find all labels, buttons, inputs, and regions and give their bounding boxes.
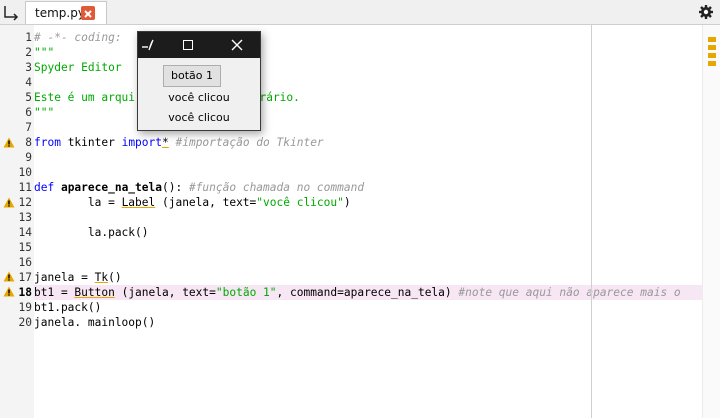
line-number: 2 bbox=[25, 46, 32, 59]
code-text: (janela, text= bbox=[114, 286, 216, 299]
code-line: Este é um arqui porário. bbox=[34, 90, 300, 105]
line-number-gutter: 1 2 3 4 5 6 7 8 9 10 11 12 13 14 15 16 1… bbox=[0, 25, 34, 418]
code-text: tkinter bbox=[60, 136, 122, 149]
edge-line-marker bbox=[591, 25, 592, 418]
code-text: () bbox=[108, 271, 122, 284]
line-number: 5 bbox=[25, 91, 32, 104]
vertical-scrollbar[interactable] bbox=[702, 25, 720, 418]
code-text: Button bbox=[74, 286, 115, 299]
code-line: """ bbox=[34, 45, 54, 60]
keyword: import bbox=[121, 136, 162, 149]
line-number: 15 bbox=[18, 241, 32, 254]
code-line: bt1.pack() bbox=[34, 300, 101, 315]
browse-tabs-icon[interactable] bbox=[2, 3, 22, 21]
gear-icon[interactable] bbox=[698, 4, 714, 20]
code-text: bt1.pack() bbox=[34, 301, 102, 314]
line-number: 10 bbox=[18, 166, 32, 179]
line-number: 8 bbox=[25, 136, 32, 149]
code-text: (): bbox=[162, 181, 189, 194]
code-text: la.pack() bbox=[34, 226, 149, 239]
keyword: def bbox=[34, 181, 55, 194]
line-number: 16 bbox=[18, 256, 32, 269]
string-literal: "você clicou" bbox=[256, 196, 344, 209]
tk-feather-icon bbox=[142, 39, 154, 51]
code-line: """ bbox=[34, 105, 54, 120]
line-number: 17 bbox=[18, 271, 32, 284]
code-text: Tk bbox=[94, 271, 109, 284]
line-number: 9 bbox=[25, 151, 32, 164]
botao-1-button[interactable]: botão 1 bbox=[163, 65, 221, 87]
code-line: Spyder Editor bbox=[34, 60, 122, 75]
editor-tab-bar: temp.py bbox=[0, 0, 720, 25]
code-text: , command=aparece_na_tela) bbox=[276, 286, 459, 299]
code-editor[interactable]: 1 2 3 4 5 6 7 8 9 10 11 12 13 14 15 16 1… bbox=[0, 25, 720, 418]
code-line: def aparece_na_tela(): #função chamada n… bbox=[34, 180, 364, 195]
code-text: ) bbox=[343, 196, 351, 209]
code-line: la = Label (janela, text="você clicou") bbox=[34, 195, 351, 210]
line-number: 19 bbox=[18, 301, 32, 314]
line-number: 14 bbox=[18, 226, 32, 239]
comment-text: # -*- coding: bbox=[34, 31, 129, 44]
comment-text: #importação do Tkinter bbox=[168, 136, 324, 149]
code-text: janela = bbox=[34, 271, 95, 284]
code-text-area[interactable]: # -*- coding: """ Spyder Editor Este é u… bbox=[34, 25, 702, 418]
string-literal: "botão 1" bbox=[215, 286, 277, 299]
code-line: from tkinter import* #importação do Tkin… bbox=[34, 135, 324, 150]
docstring-text: Este é um arqui bbox=[34, 91, 136, 104]
code-text: Label bbox=[121, 196, 156, 209]
close-icon[interactable] bbox=[230, 38, 244, 52]
function-name: aparece_na_tela bbox=[54, 181, 162, 194]
line-number: 4 bbox=[25, 76, 32, 89]
keyword: from bbox=[34, 136, 61, 149]
code-line-current: bt1 = Button (janela, text="botão 1", co… bbox=[34, 285, 702, 300]
line-number-current: 18 bbox=[18, 286, 32, 299]
line-number: 3 bbox=[25, 61, 32, 74]
line-number: 7 bbox=[25, 121, 32, 134]
voce-clicou-label: você clicou bbox=[168, 111, 230, 124]
line-number: 6 bbox=[25, 106, 32, 119]
code-text: bt1 = bbox=[34, 286, 75, 299]
tk-window[interactable]: botão 1 você clicou você clicou bbox=[137, 31, 261, 131]
code-line: la.pack() bbox=[34, 225, 149, 240]
code-line: janela = Tk() bbox=[34, 270, 122, 285]
line-number: 20 bbox=[18, 316, 32, 329]
code-text: (janela, text= bbox=[155, 196, 257, 209]
line-number: 12 bbox=[18, 196, 32, 209]
code-text: * bbox=[162, 136, 169, 149]
line-number: 1 bbox=[25, 31, 32, 44]
code-line: janela. mainloop() bbox=[34, 315, 155, 330]
comment-text: #note que aqui não aparece mais o bbox=[458, 286, 681, 299]
docstring-text: """ bbox=[34, 106, 55, 119]
voce-clicou-label: você clicou bbox=[168, 91, 230, 104]
tab-temp-py[interactable]: temp.py bbox=[25, 1, 107, 24]
docstring-text: Spyder Editor bbox=[34, 61, 122, 74]
scrollbar-flag-icon bbox=[708, 37, 716, 66]
code-text: la = bbox=[34, 196, 122, 209]
maximize-icon[interactable] bbox=[183, 40, 193, 50]
docstring-text: """ bbox=[34, 46, 55, 59]
line-number: 13 bbox=[18, 211, 32, 224]
tab-filename: temp.py bbox=[35, 6, 85, 20]
close-tab-icon[interactable] bbox=[81, 6, 95, 20]
code-text: janela. mainloop() bbox=[34, 316, 156, 329]
tk-title-bar[interactable] bbox=[138, 32, 260, 58]
code-line: # -*- coding: bbox=[34, 30, 128, 45]
line-number: 11 bbox=[18, 181, 32, 194]
comment-text: #função chamada no command bbox=[188, 181, 365, 194]
